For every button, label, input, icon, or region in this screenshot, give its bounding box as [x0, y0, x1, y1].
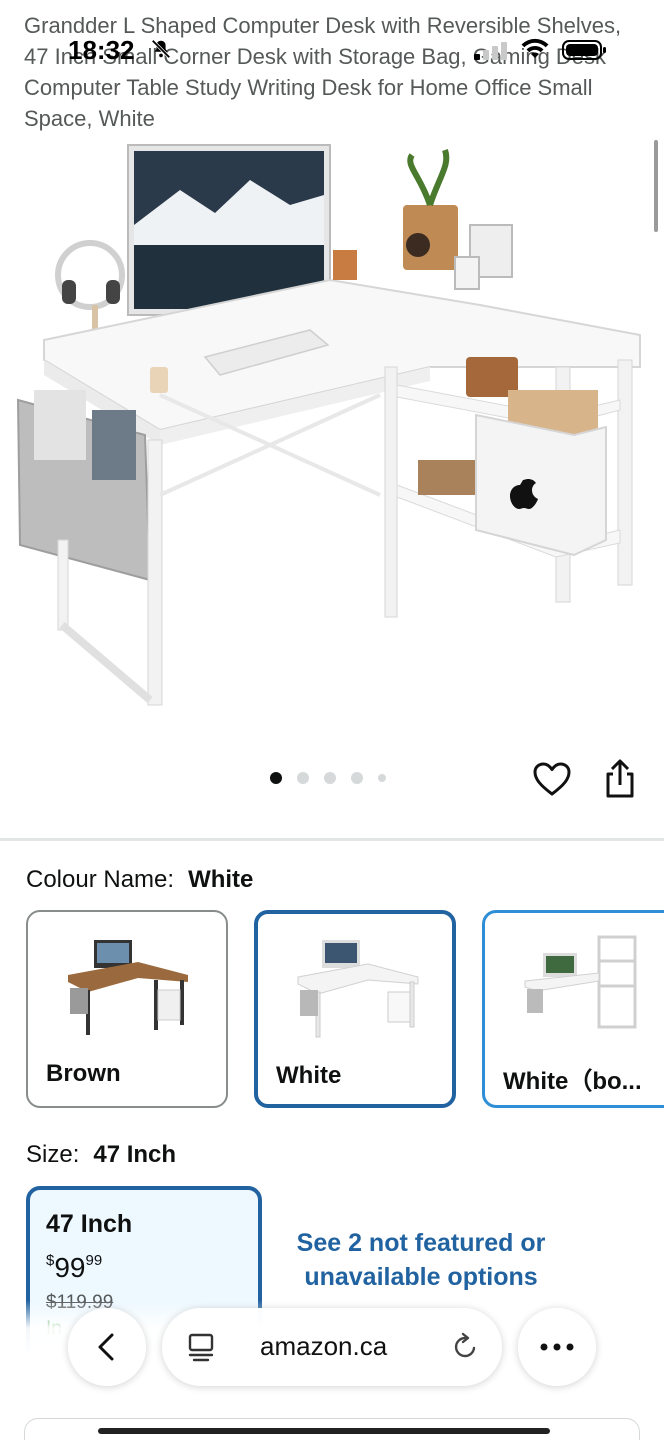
back-icon [98, 1333, 114, 1361]
carousel-dot-1[interactable] [270, 772, 282, 784]
colour-selected-value: White [188, 866, 254, 893]
size-row: Size: 47 Inch [26, 1141, 176, 1169]
address-bar[interactable]: amazon.ca [162, 1308, 502, 1386]
section-divider [0, 838, 664, 841]
url-text: amazon.ca [260, 1331, 388, 1361]
carousel-dot-2[interactable] [297, 772, 309, 784]
image-carousel-dots[interactable] [270, 772, 386, 784]
battery-icon [562, 40, 606, 60]
product-image[interactable] [0, 135, 664, 745]
colour-option-brown[interactable]: Brown [26, 910, 228, 1108]
colour-option-label: Brown [46, 1060, 121, 1087]
signal-icon [474, 42, 507, 60]
white-bookshelf-desk-thumbnail [524, 935, 637, 1029]
brown-desk-thumbnail [68, 940, 188, 1035]
carousel-dot-4[interactable] [351, 772, 363, 784]
more-icon [540, 1343, 574, 1351]
scroll-indicator[interactable] [654, 140, 658, 232]
home-indicator[interactable] [98, 1428, 550, 1434]
reload-icon[interactable] [450, 1332, 480, 1362]
size-label: Size: [26, 1141, 80, 1168]
wifi-icon [521, 38, 549, 58]
see-unavailable-options-link[interactable]: See 2 not featured or unavailable option… [290, 1226, 552, 1294]
colour-name-row: Colour Name: White [26, 866, 253, 894]
white-desk-thumbnail [297, 940, 419, 1038]
colour-option-label: White（bo... [503, 1068, 642, 1095]
colour-label: Colour Name: [26, 866, 175, 893]
share-icon[interactable] [600, 758, 640, 800]
heart-icon[interactable] [532, 760, 572, 800]
status-bar: 18:32 [0, 0, 664, 100]
more-options-button[interactable] [518, 1308, 596, 1386]
colour-option-white-bookshelf[interactable]: White（bo... [482, 910, 664, 1108]
tabs-icon [188, 1333, 214, 1362]
carousel-dot-5[interactable] [378, 774, 386, 782]
carousel-dot-3[interactable] [324, 772, 336, 784]
bell-off-icon [151, 39, 171, 59]
colour-option-white[interactable]: White [254, 910, 456, 1108]
colour-option-label: White [276, 1062, 342, 1089]
status-time: 18:32 [68, 35, 135, 65]
back-button[interactable] [68, 1308, 146, 1386]
size-option-price: $9999 [46, 1252, 103, 1283]
size-option-name: 47 Inch [46, 1210, 133, 1238]
size-selected-value: 47 Inch [93, 1141, 177, 1168]
